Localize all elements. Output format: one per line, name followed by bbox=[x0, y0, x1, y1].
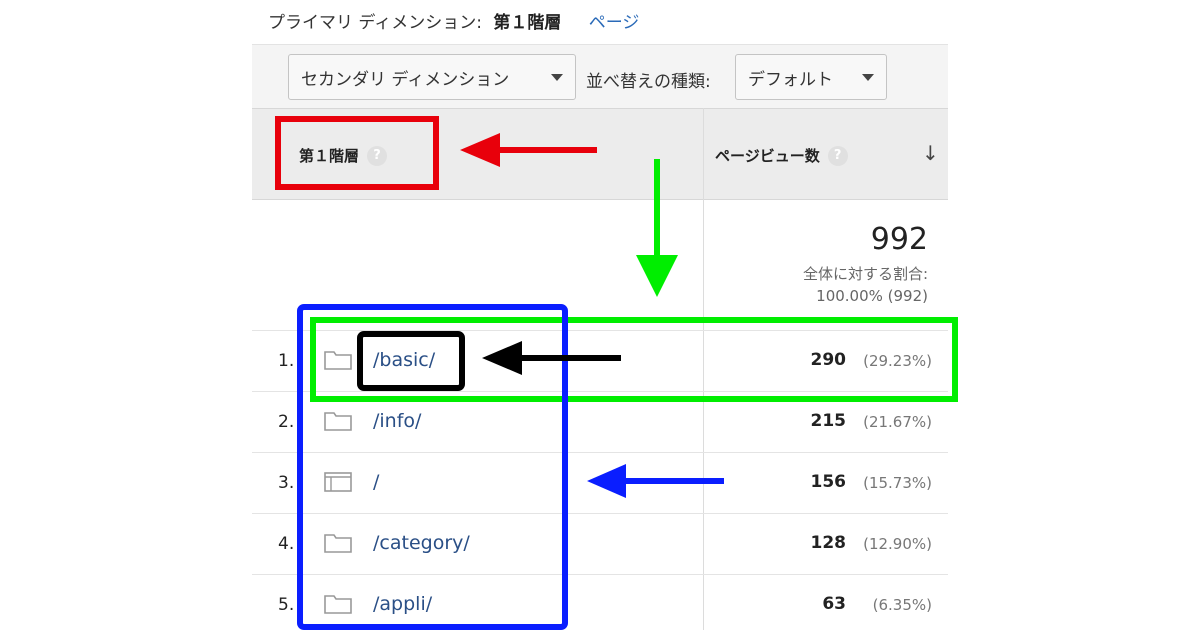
row-number: 2. bbox=[278, 412, 295, 432]
row-number: 1. bbox=[278, 351, 295, 371]
primary-dimension-current: 第１階層 bbox=[493, 13, 562, 33]
row-percent: (15.73%) bbox=[863, 474, 932, 492]
sort-descending-icon[interactable]: ↓ bbox=[922, 141, 939, 165]
row-pageviews: 156 bbox=[810, 472, 847, 492]
table-header: 第１階層 ? ページビュー数 ? ↓ bbox=[252, 108, 948, 200]
sort-type-value: デフォルト bbox=[748, 69, 833, 90]
help-icon[interactable]: ? bbox=[827, 145, 848, 166]
table-row: 1. /basic/ 290 (29.23%) bbox=[252, 330, 948, 391]
summary-total: 992 bbox=[870, 222, 928, 257]
row-percent: (6.35%) bbox=[872, 596, 932, 614]
chevron-down-icon bbox=[862, 74, 874, 81]
chevron-down-icon bbox=[551, 74, 563, 81]
primary-dimension-page-link[interactable]: ページ bbox=[589, 13, 640, 33]
summary-row: 992 全体に対する割合: 100.00% (992) bbox=[252, 200, 948, 330]
table-row: 5. /appli/ 63 (6.35%) bbox=[252, 574, 948, 630]
table-row: 3. / 156 (15.73%) bbox=[252, 452, 948, 513]
folder-icon bbox=[324, 412, 352, 431]
column-header-pageviews[interactable]: ページビュー数 ? bbox=[715, 145, 848, 166]
row-percent: (29.23%) bbox=[863, 352, 932, 370]
row-pageviews: 290 bbox=[810, 350, 847, 370]
row-pageviews: 63 bbox=[822, 594, 846, 614]
row-path-link[interactable]: /category/ bbox=[373, 532, 470, 554]
secondary-dimension-label: セカンダリ ディメンション bbox=[301, 69, 510, 90]
row-number: 4. bbox=[278, 534, 295, 554]
row-path-link[interactable]: /basic/ bbox=[373, 349, 435, 371]
summary-percent: 100.00% (992) bbox=[816, 287, 928, 305]
folder-icon bbox=[324, 534, 352, 553]
row-number: 3. bbox=[278, 473, 295, 493]
table-row: 2. /info/ 215 (21.67%) bbox=[252, 391, 948, 452]
report-toolbar: セカンダリ ディメンション 並べ替えの種類: デフォルト bbox=[252, 44, 948, 108]
row-path-link[interactable]: / bbox=[373, 471, 379, 493]
secondary-dimension-select[interactable]: セカンダリ ディメンション bbox=[288, 54, 576, 100]
table-row: 4. /category/ 128 (12.90%) bbox=[252, 513, 948, 574]
help-icon[interactable]: ? bbox=[367, 145, 388, 166]
sort-type-label: 並べ替えの種類: bbox=[586, 72, 711, 92]
row-pageviews: 128 bbox=[810, 533, 847, 553]
page-icon bbox=[324, 472, 352, 492]
row-path-link[interactable]: /appli/ bbox=[373, 593, 432, 615]
row-percent: (12.90%) bbox=[863, 535, 932, 553]
report-panel: セカンダリ ディメンション 並べ替えの種類: デフォルト 第１階層 ? ページビ… bbox=[252, 44, 948, 630]
row-pageviews: 215 bbox=[810, 411, 847, 431]
row-number: 5. bbox=[278, 595, 295, 615]
sort-type-select[interactable]: デフォルト bbox=[735, 54, 887, 100]
column-header-pageviews-label: ページビュー数 bbox=[715, 147, 820, 165]
folder-icon bbox=[324, 351, 352, 370]
primary-dimension-label: プライマリ ディメンション: bbox=[268, 13, 482, 33]
primary-dimension-bar: プライマリ ディメンション: 第１階層 ページ bbox=[268, 8, 639, 33]
column-header-dimension[interactable]: 第１階層 ? bbox=[299, 145, 388, 166]
folder-icon bbox=[324, 595, 352, 614]
row-path-link[interactable]: /info/ bbox=[373, 410, 421, 432]
row-percent: (21.67%) bbox=[863, 413, 932, 431]
summary-label: 全体に対する割合: bbox=[802, 265, 928, 283]
column-header-dimension-label: 第１階層 bbox=[299, 147, 360, 165]
